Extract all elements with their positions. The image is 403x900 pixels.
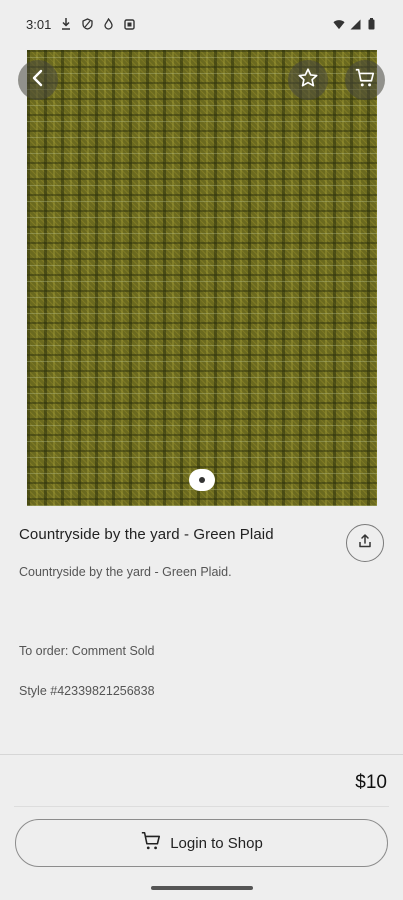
wifi-icon <box>333 18 345 30</box>
cart-icon <box>140 830 162 856</box>
status-left: 3:01 <box>26 17 135 32</box>
active-page-dot <box>199 477 205 483</box>
title-row: Countryside by the yard - Green Plaid <box>19 526 319 543</box>
signal-icon <box>349 18 361 30</box>
product-image[interactable] <box>27 50 377 506</box>
favorite-button[interactable] <box>288 60 328 100</box>
product-detail-screen: 3:01 Countryside by the yard - Green Pla… <box>0 0 403 900</box>
download-icon <box>60 18 72 30</box>
divider <box>14 806 389 807</box>
share-icon <box>357 533 373 554</box>
battery-icon <box>365 18 377 30</box>
login-button-label: Login to Shop <box>170 834 263 852</box>
home-indicator[interactable] <box>151 886 253 890</box>
product-description: Countryside by the yard - Green Plaid. <box>19 565 232 579</box>
cart-icon <box>354 67 376 94</box>
status-time: 3:01 <box>26 16 52 32</box>
cart-button[interactable] <box>345 60 385 100</box>
product-price: $10 <box>355 772 387 793</box>
status-right <box>333 18 377 30</box>
status-bar: 3:01 <box>0 0 403 48</box>
product-image-carousel[interactable] <box>0 48 403 506</box>
order-instructions: To order: Comment Sold <box>19 644 155 658</box>
flame-icon <box>102 18 114 30</box>
carousel-page-indicator[interactable] <box>189 469 215 491</box>
star-icon <box>297 67 319 94</box>
share-button[interactable] <box>346 524 384 562</box>
style-number: Style #42339821256838 <box>19 684 155 698</box>
product-title: Countryside by the yard - Green Plaid <box>19 526 274 543</box>
shield-icon <box>81 18 93 30</box>
login-to-shop-button[interactable]: Login to Shop <box>15 819 388 867</box>
divider <box>0 754 403 755</box>
back-button[interactable] <box>18 60 58 100</box>
square-app-icon <box>123 18 135 30</box>
chevron-left-icon <box>31 69 45 92</box>
